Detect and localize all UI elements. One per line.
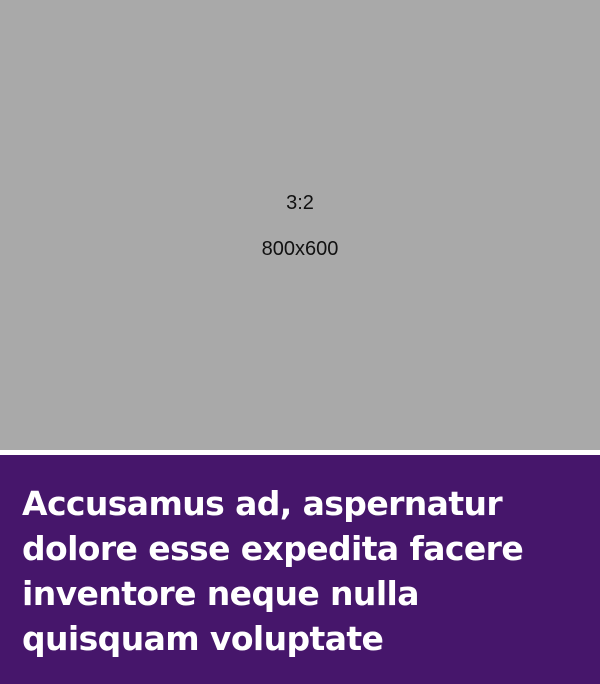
image-card: 3:2 800x600 Accusamus ad, aspernatur dol… (0, 0, 600, 684)
caption-panel: Accusamus ad, aspernatur dolore esse exp… (0, 455, 600, 684)
dimensions-label: 800x600 (261, 238, 339, 260)
caption-text: Accusamus ad, aspernatur dolore esse exp… (22, 484, 524, 658)
aspect-ratio-label: 3:2 (286, 192, 314, 214)
image-placeholder: 3:2 800x600 (0, 0, 600, 450)
